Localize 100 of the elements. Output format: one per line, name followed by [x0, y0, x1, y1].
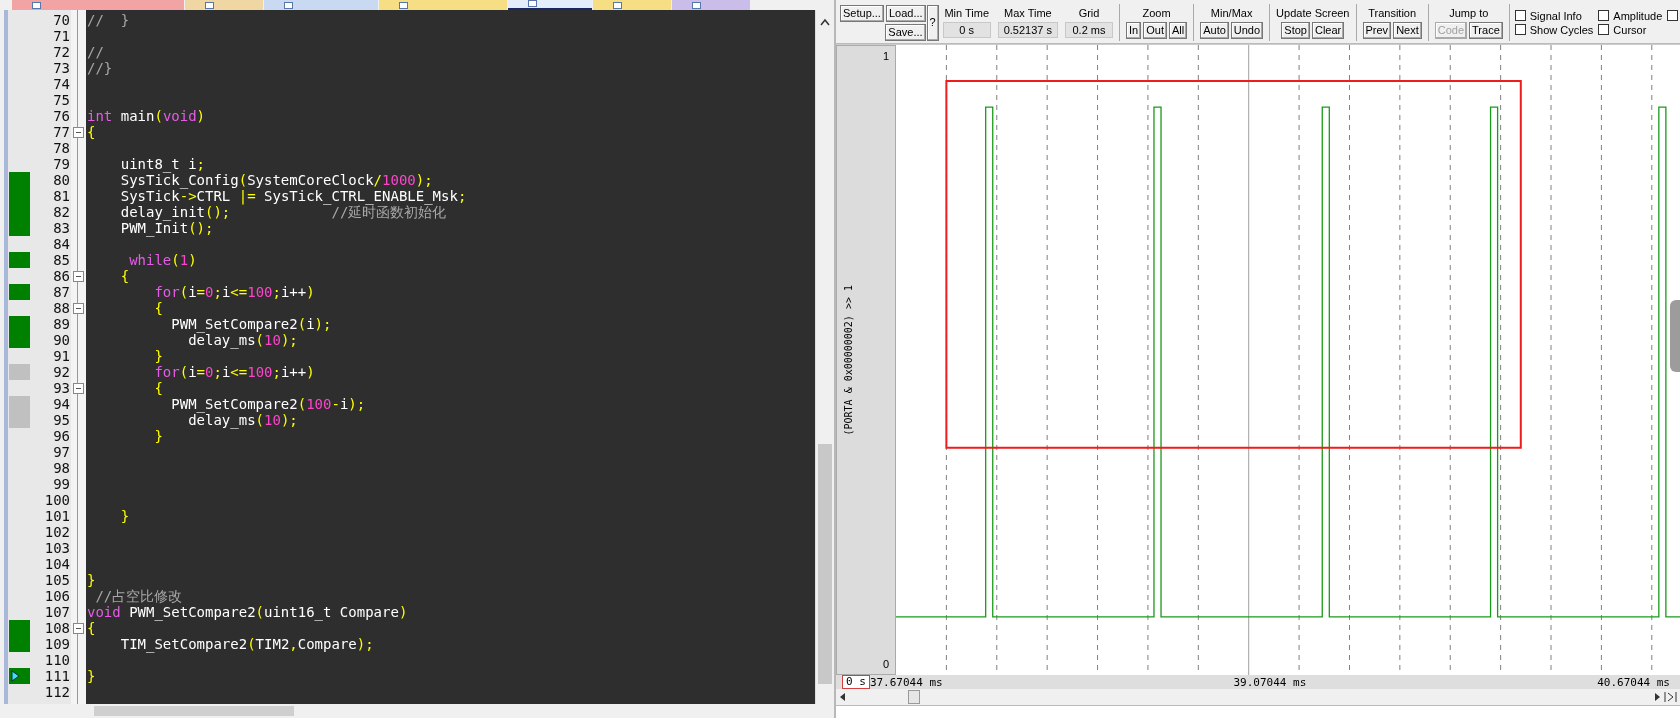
toolbar-button[interactable]: Out: [1143, 21, 1167, 39]
code-line: }: [153, 428, 163, 444]
time-position-field[interactable]: 0 s: [842, 675, 870, 689]
axis-max-label: 1: [882, 50, 889, 62]
collapse-icon[interactable]: [73, 126, 84, 138]
line-number: 110: [43, 652, 71, 668]
toolbar-button[interactable]: In: [1126, 21, 1142, 39]
scroll-right-icon[interactable]: [1654, 692, 1662, 702]
line-number: 83: [52, 220, 71, 236]
file-icon: [32, 2, 41, 9]
checkbox[interactable]: Cursor: [1598, 23, 1663, 36]
code-line: {: [153, 300, 163, 316]
toolbar-button[interactable]: Setup...: [840, 4, 884, 22]
line-number: 75: [52, 92, 71, 108]
line-number: 79: [52, 156, 71, 172]
line-number: 98: [52, 460, 71, 476]
line-number: 87: [52, 284, 71, 300]
line-number: 90: [52, 332, 71, 348]
group-title: Jump to: [1449, 6, 1489, 20]
code-line: PWM_Init();: [119, 220, 214, 236]
time-label: 40.67044 ms: [1597, 675, 1670, 689]
collapse-icon[interactable]: [73, 382, 84, 394]
line-number: 78: [52, 140, 71, 156]
checkbox[interactable]: Show Cycles: [1514, 23, 1594, 36]
line-number: 74: [52, 76, 71, 92]
line-number: 102: [43, 524, 71, 540]
group-title: Min Time: [944, 7, 989, 20]
line-number: 109: [43, 636, 71, 652]
line-number: 92: [52, 364, 71, 380]
toolbar-button[interactable]: Auto: [1200, 21, 1229, 39]
file-icon: [284, 2, 293, 9]
group-title: Zoom: [1142, 6, 1171, 20]
code-line: }: [153, 348, 163, 364]
file-icon: [613, 2, 622, 9]
code-line: for(i=0;i<=100;i++): [153, 284, 315, 300]
line-number: 82: [52, 204, 71, 220]
line-number: 72: [52, 44, 71, 60]
line-number: 81: [52, 188, 71, 204]
collapse-icon[interactable]: [73, 302, 84, 314]
checkbox[interactable]: [1667, 9, 1679, 22]
line-number: 105: [43, 572, 71, 588]
code-line: {: [87, 620, 96, 636]
line-number: 100: [43, 492, 71, 508]
code-line: delay_ms(10);: [188, 412, 298, 428]
readout-field: 0.52137 s: [997, 22, 1058, 38]
collapse-icon[interactable]: [73, 622, 84, 634]
line-number: 93: [52, 380, 71, 396]
group-title: Grid: [1078, 7, 1100, 20]
toolbar-button[interactable]: Prev: [1362, 21, 1392, 39]
code-line: SysTick->CTRL |= SysTick_CTRL_ENABLE_Msk;: [119, 188, 467, 204]
line-number: 91: [52, 348, 71, 364]
file-icon: [205, 2, 214, 9]
file-icon: [692, 2, 701, 9]
line-number: 84: [52, 236, 71, 252]
toolbar-button[interactable]: Stop: [1281, 21, 1310, 39]
line-number: 86: [52, 268, 71, 284]
scroll-thumb[interactable]: [818, 444, 832, 684]
file-icon: [528, 0, 537, 7]
code-line: }: [119, 508, 130, 524]
line-number: 89: [52, 316, 71, 332]
help-button[interactable]: ?: [926, 4, 939, 41]
checkbox[interactable]: Amplitude: [1598, 9, 1663, 22]
line-number: 70: [52, 12, 71, 28]
scroll-up-icon[interactable]: [820, 18, 830, 26]
code-line: while(1): [128, 252, 197, 268]
signal-name: (PORTA & 0x00000002) >> 1: [843, 284, 854, 436]
line-number: 88: [52, 300, 71, 316]
line-number: 108: [43, 620, 71, 636]
scroll-left-icon[interactable]: [838, 692, 846, 702]
line-number: 95: [52, 412, 71, 428]
code-line: // }: [87, 12, 130, 28]
scroll-end-icon[interactable]: [1664, 691, 1678, 703]
side-panel-handle[interactable]: [1670, 300, 1680, 372]
line-number: 85: [52, 252, 71, 268]
scroll-thumb[interactable]: [908, 690, 920, 704]
toolbar-button[interactable]: Trace: [1469, 21, 1503, 39]
scroll-thumb[interactable]: [94, 706, 294, 716]
code-line: //}: [87, 60, 113, 76]
file-tab[interactable]: [508, 0, 592, 10]
code-line: int main(void): [87, 108, 206, 124]
checkbox[interactable]: Signal Info: [1514, 9, 1594, 22]
code-line: TIM_SetCompare2(TIM2,Compare);: [119, 636, 374, 652]
toolbar-button[interactable]: Clear: [1311, 21, 1345, 39]
toolbar-button[interactable]: Save...: [885, 23, 926, 41]
readout-field: 0 s: [942, 22, 991, 38]
toolbar-button[interactable]: Next: [1393, 21, 1422, 39]
code-line: delay_init(); //延时函数初始化: [119, 204, 447, 220]
line-number: 101: [43, 508, 71, 524]
toolbar-button[interactable]: Load...: [885, 4, 926, 22]
code-line: delay_ms(10);: [188, 332, 298, 348]
line-number: 71: [52, 28, 71, 44]
toolbar-button[interactable]: Undo: [1230, 21, 1264, 39]
toolbar-button[interactable]: All: [1168, 21, 1188, 39]
code-line: }: [87, 668, 96, 684]
collapse-icon[interactable]: [73, 270, 84, 282]
line-number: 76: [52, 108, 71, 124]
code-line: SysTick_Config(SystemCoreClock/1000);: [119, 172, 433, 188]
line-number: 97: [52, 444, 71, 460]
code-line: PWM_SetCompare2(i);: [170, 316, 332, 332]
line-number: 106: [43, 588, 71, 604]
